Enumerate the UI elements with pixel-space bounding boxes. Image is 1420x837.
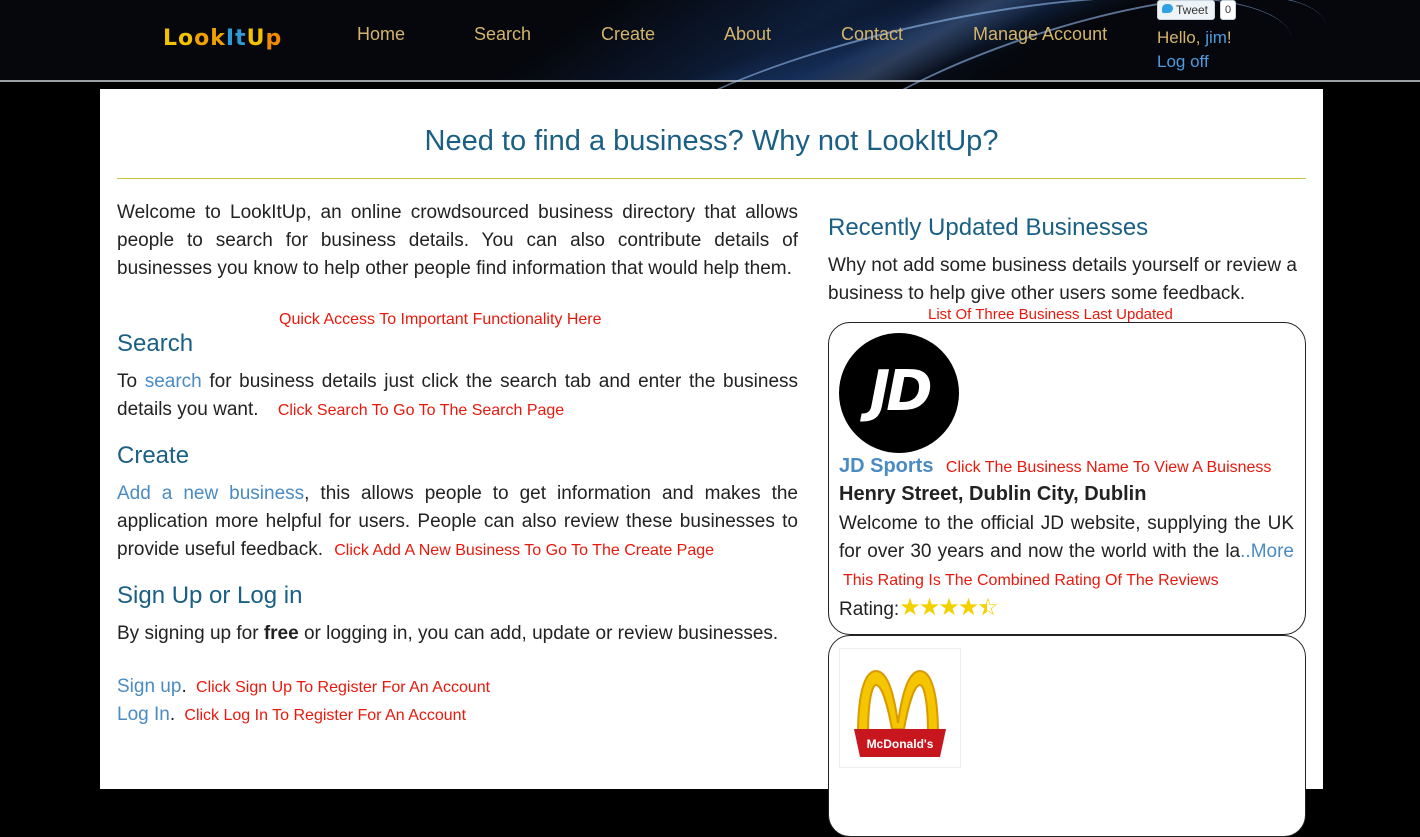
logo-letter: t [235, 26, 247, 51]
business-name-row: JD Sports Click The Business Name To Vie… [839, 455, 1271, 478]
nav-manage-account[interactable]: Manage Account [973, 24, 1107, 45]
annotation-signup: Click Sign Up To Register For An Account [196, 679, 491, 696]
signup-text-before: By signing up for [117, 623, 259, 644]
recent-intro: Why not add some business details yourse… [828, 255, 1297, 304]
signup-text: By signing up for free or logging in, yo… [117, 620, 798, 648]
nav-home[interactable]: Home [357, 24, 405, 45]
search-text: To search for business details just clic… [117, 368, 798, 425]
annotation-login: Click Log In To Register For An Account [184, 707, 467, 724]
nav-about[interactable]: About [724, 24, 771, 45]
annotation-quick-access: Quick Access To Important Functionality … [279, 311, 602, 328]
welcome-text: Welcome to LookItUp, an online crowdsour… [117, 202, 798, 279]
page-title: Need to find a business? Why not LookItU… [424, 125, 999, 157]
nav-create[interactable]: Create [601, 24, 655, 45]
nav-search[interactable]: Search [474, 24, 531, 45]
create-section: Add a new business, this allows people t… [117, 480, 798, 565]
site-header: LookItUp Home Search Create About Contac… [0, 0, 1420, 275]
username-link[interactable]: jim [1205, 28, 1227, 47]
title-divider [117, 178, 1306, 179]
business-address: Henry Street, Dublin City, Dublin [839, 483, 1147, 505]
logo-letter: p [265, 26, 283, 51]
signup-free: free [263, 623, 299, 644]
site-logo[interactable]: LookItUp [163, 26, 282, 51]
add-business-link[interactable]: Add a new business [117, 483, 304, 504]
recent-businesses-column: Recently Updated Businesses Why not add … [828, 214, 1306, 308]
search-heading: Search [117, 330, 194, 357]
annotation-rating: This Rating Is The Combined Rating Of Th… [843, 572, 1219, 589]
signup-text-after: or logging in, you can add, update or re… [303, 623, 779, 644]
business-name-link[interactable]: JD Sports [839, 455, 933, 477]
logo-letter: o [178, 26, 195, 51]
nav-contact[interactable]: Contact [841, 24, 903, 45]
login-link[interactable]: Log In [117, 704, 170, 725]
create-text: Add a new business, this allows people t… [117, 480, 798, 565]
annotation-list: List Of Three Business Last Updated [928, 306, 1173, 323]
login-row: Log In. Click Log In To Register For An … [117, 704, 467, 725]
signup-link[interactable]: Sign up [117, 676, 181, 697]
annotation-search: Click Search To Go To The Search Page [277, 402, 565, 419]
rating-label: Rating: [839, 599, 900, 620]
tweet-label: Tweet [1176, 3, 1209, 17]
annotation-business-name: Click The Business Name To View A Buisne… [945, 459, 1272, 476]
greeting-suffix: ! [1226, 28, 1232, 47]
search-prefix: To [117, 371, 138, 392]
logo-letter: o [194, 26, 211, 51]
recent-heading: Recently Updated Businesses [828, 214, 1149, 241]
rating-stars-icon: ★★★★☆★ [899, 594, 999, 621]
annotation-create: Click Add A New Business To Go To The Cr… [334, 542, 715, 559]
business-card: McDonald's [828, 635, 1306, 837]
business-description: Welcome to the official JD website, supp… [839, 510, 1294, 595]
business-description-body: Welcome to the official JD website, supp… [839, 513, 1294, 562]
content-panel: Need to find a business? Why not LookItU… [100, 89, 1323, 837]
signup-heading: Sign Up or Log in [117, 582, 303, 609]
intro-column: Welcome to LookItUp, an online crowdsour… [117, 199, 798, 283]
logoff-link[interactable]: Log off [1157, 52, 1209, 72]
rating-row: Rating:★★★★☆★ [839, 593, 999, 622]
twitter-bird-icon [1162, 4, 1173, 13]
logo-letter: k [210, 26, 226, 51]
business-description-text: Welcome to the official JD website, supp… [839, 510, 1294, 595]
search-section: To search for business details just clic… [117, 368, 798, 425]
tweet-count: 0 [1220, 0, 1236, 20]
tweet-button[interactable]: Tweet [1157, 0, 1216, 20]
greeting: Hello, jim! [1157, 28, 1232, 48]
business-logo[interactable]: JD [839, 333, 959, 453]
search-link[interactable]: search [145, 371, 202, 392]
signup-row: Sign up. Click Sign Up To Register For A… [117, 676, 491, 697]
business-card: JD JD Sports Click The Business Name To … [828, 322, 1306, 635]
logo-letter: L [163, 26, 179, 51]
logo-letter: I [225, 26, 236, 51]
greeting-prefix: Hello, [1157, 28, 1201, 47]
create-heading: Create [117, 442, 190, 469]
logo-letter: U [246, 26, 266, 51]
mcdonalds-logo-text: McDonald's [867, 737, 934, 751]
more-link[interactable]: ..More [1240, 541, 1294, 562]
mcdonalds-logo-icon: McDonald's [854, 669, 946, 757]
signup-section: By signing up for free or logging in, yo… [117, 620, 798, 648]
business-logo[interactable]: McDonald's [839, 648, 961, 768]
